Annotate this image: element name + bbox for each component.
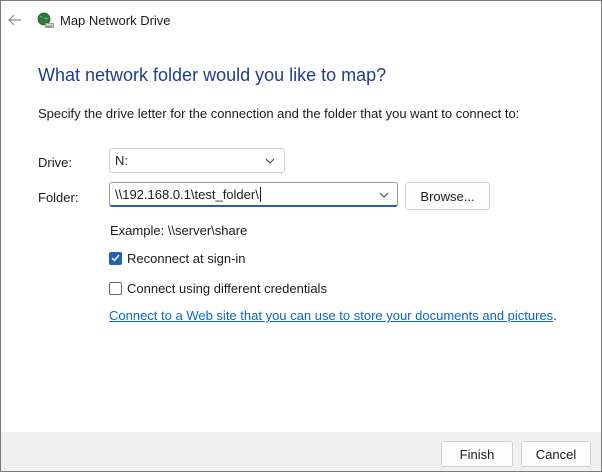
checkmark-icon: [111, 254, 120, 262]
credentials-checkbox-row[interactable]: Connect using different credentials: [109, 279, 327, 297]
reconnect-checkbox-row[interactable]: Reconnect at sign-in: [109, 249, 246, 267]
back-arrow-icon: [8, 14, 21, 26]
folder-path-combobox[interactable]: \\192.168.0.1\test_folder\: [109, 182, 398, 207]
map-network-drive-dialog: Map Network Drive What network folder wo…: [0, 0, 602, 472]
network-drive-icon: [37, 12, 54, 28]
web-site-link-row: Connect to a Web site that you can use t…: [109, 308, 557, 323]
folder-path-text: \\192.168.0.1\test_folder\: [115, 187, 259, 202]
link-period: .: [553, 308, 557, 323]
page-heading: What network folder would you like to ma…: [38, 65, 387, 85]
folder-path-input[interactable]: \\192.168.0.1\test_folder\: [115, 187, 261, 202]
title-bar: Map Network Drive: [1, 1, 601, 41]
folder-label: Folder:: [38, 190, 79, 205]
text-caret: [259, 187, 261, 202]
browse-button[interactable]: Browse...: [405, 182, 490, 210]
window-title: Map Network Drive: [60, 13, 171, 28]
cancel-button[interactable]: Cancel: [521, 441, 591, 467]
instruction-text: Specify the drive letter for the connect…: [38, 106, 520, 121]
drive-letter-value: N:: [115, 153, 128, 168]
reconnect-checkbox[interactable]: [109, 251, 122, 265]
chevron-down-icon[interactable]: [372, 183, 396, 206]
dialog-footer: Finish Cancel: [1, 432, 601, 471]
drive-letter-dropdown[interactable]: N:: [109, 148, 285, 173]
reconnect-label: Reconnect at sign-in: [127, 250, 246, 266]
credentials-checkbox[interactable]: [109, 281, 122, 295]
drive-label: Drive:: [38, 155, 72, 170]
chevron-down-icon: [258, 149, 282, 172]
web-site-link[interactable]: Connect to a Web site that you can use t…: [109, 308, 553, 323]
finish-button[interactable]: Finish: [441, 441, 513, 467]
credentials-label: Connect using different credentials: [127, 280, 327, 296]
back-button[interactable]: [4, 9, 26, 31]
example-text: Example: \\server\share: [110, 223, 248, 238]
